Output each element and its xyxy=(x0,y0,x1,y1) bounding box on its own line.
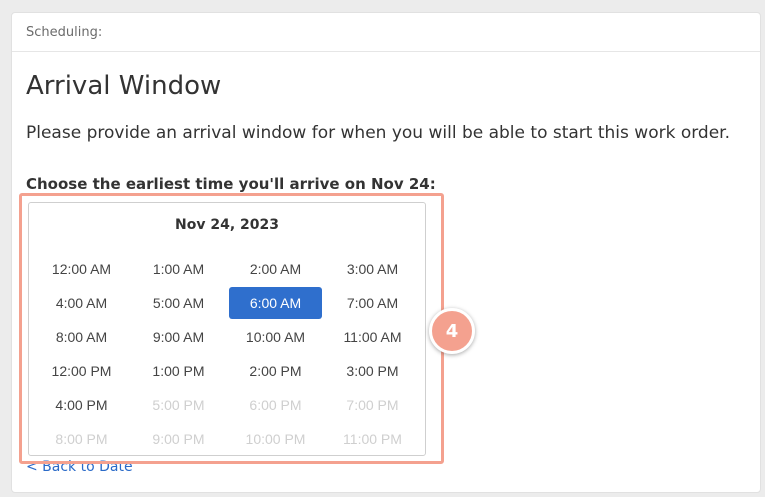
time-slot[interactable]: 4:00 AM xyxy=(35,287,128,319)
step-number-badge: 4 xyxy=(429,308,475,354)
section-label: Scheduling: xyxy=(26,24,103,40)
time-prompt: Choose the earliest time you'll arrive o… xyxy=(26,175,436,193)
time-slot[interactable]: 2:00 PM xyxy=(229,355,322,387)
time-slot: 11:00 PM xyxy=(343,431,402,447)
scheduling-card: Scheduling: Arrival Window Please provid… xyxy=(11,12,761,493)
time-slot[interactable]: 12:00 PM xyxy=(35,355,128,387)
time-slot: 5:00 PM xyxy=(152,397,205,413)
time-slot-selected[interactable]: 6:00 AM xyxy=(229,287,322,319)
card-header: Scheduling: xyxy=(12,13,760,52)
time-slot[interactable]: 1:00 PM xyxy=(132,355,225,387)
time-slot[interactable]: 4:00 PM xyxy=(35,389,128,421)
page-description: Please provide an arrival window for whe… xyxy=(26,123,731,143)
page-title: Arrival Window xyxy=(26,71,222,101)
time-slot[interactable]: 8:00 AM xyxy=(35,321,128,353)
time-slot: 9:00 PM xyxy=(152,431,205,447)
time-slot-grid: 12:00 AM 1:00 AM 2:00 AM 3:00 AM 4:00 AM 5:00… xyxy=(33,253,421,457)
time-slot[interactable]: 5:00 AM xyxy=(132,287,225,319)
time-slot[interactable]: 11:00 AM xyxy=(326,321,419,353)
time-slot[interactable]: 10:00 AM xyxy=(229,321,322,353)
back-to-date-link[interactable]: < Back to Date xyxy=(26,459,133,475)
time-slot[interactable]: 1:00 AM xyxy=(132,253,225,285)
time-slot[interactable]: 2:00 AM xyxy=(229,253,322,285)
time-slot: 6:00 PM xyxy=(249,397,302,413)
time-picker: Nov 24, 2023 12:00 AM 1:00 AM 2:00 AM 3:00 … xyxy=(28,202,426,456)
time-slot[interactable]: 12:00 AM xyxy=(35,253,128,285)
picker-date: Nov 24, 2023 xyxy=(175,217,279,233)
time-slot: 7:00 PM xyxy=(346,397,399,413)
time-slot: 8:00 PM xyxy=(55,431,108,447)
time-slot: 10:00 PM xyxy=(245,431,306,447)
time-slot[interactable]: 7:00 AM xyxy=(326,287,419,319)
time-slot[interactable]: 3:00 PM xyxy=(326,355,419,387)
time-slot[interactable]: 3:00 AM xyxy=(326,253,419,285)
time-slot[interactable]: 9:00 AM xyxy=(132,321,225,353)
